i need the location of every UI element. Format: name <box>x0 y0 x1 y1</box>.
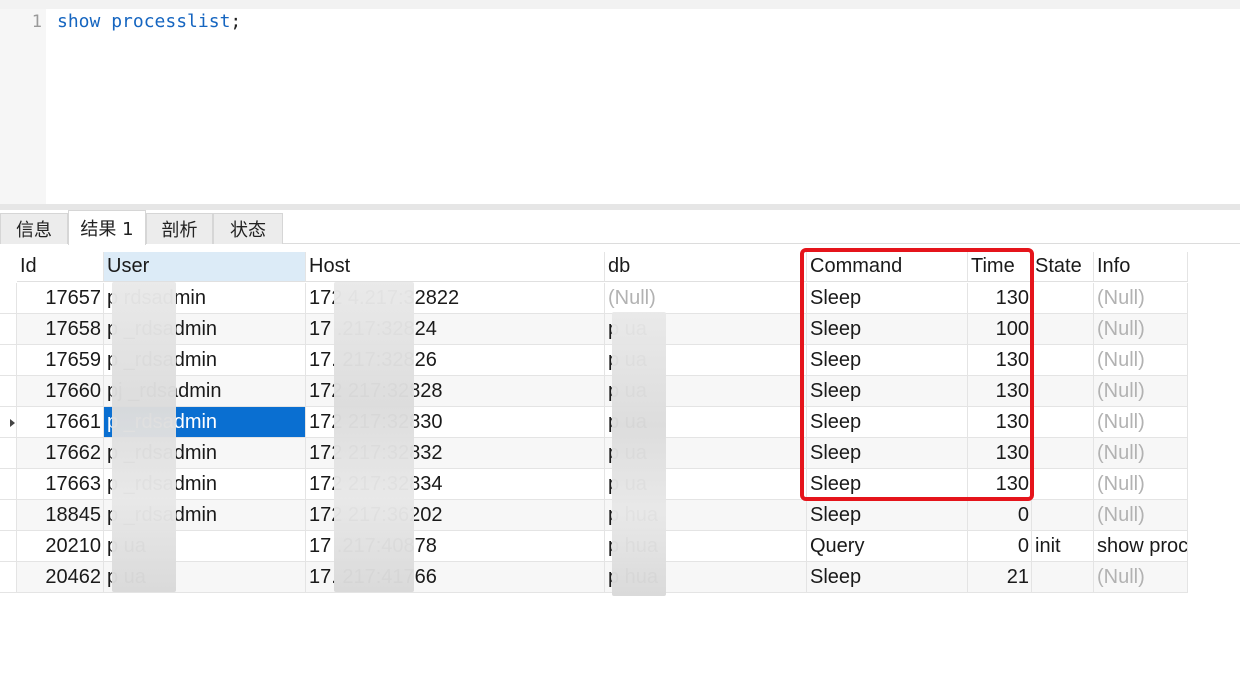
table-row[interactable]: 17658p _rdsadmin17 .217:32824p uaSleep10… <box>0 314 1188 345</box>
cell-info[interactable]: (Null) <box>1094 562 1188 593</box>
column-header-db[interactable]: db <box>605 252 807 282</box>
tab-status[interactable]: 状态 <box>213 213 283 244</box>
cell-command[interactable]: Sleep <box>807 500 968 531</box>
cell-info[interactable]: (Null) <box>1094 469 1188 500</box>
cell-id[interactable]: 20462 <box>17 562 104 593</box>
cell-time[interactable]: 21 <box>968 562 1032 593</box>
cell-id[interactable]: 17660 <box>17 376 104 407</box>
row-marker[interactable] <box>0 531 17 562</box>
column-header-user[interactable]: User <box>104 252 306 282</box>
tab-profile[interactable]: 剖析 <box>146 213 213 244</box>
row-marker[interactable] <box>0 500 17 531</box>
row-marker[interactable] <box>0 469 17 500</box>
cell-info[interactable]: (Null) <box>1094 407 1188 438</box>
sql-keyword-processlist: processlist <box>111 11 231 32</box>
cell-info[interactable]: (Null) <box>1094 283 1188 314</box>
cell-state[interactable] <box>1032 562 1094 593</box>
table-row[interactable]: 17660pj _rdsadmin172 217:32828p uaSleep1… <box>0 376 1188 407</box>
table-row[interactable]: 17663p _rdsadmin172 217:32834p uaSleep13… <box>0 469 1188 500</box>
cell-command[interactable]: Sleep <box>807 407 968 438</box>
cell-id[interactable]: 20210 <box>17 531 104 562</box>
cell-id[interactable]: 17661 <box>17 407 104 438</box>
cell-state[interactable] <box>1032 438 1094 469</box>
cell-state[interactable] <box>1032 376 1094 407</box>
cell-time[interactable]: 130 <box>968 438 1032 469</box>
column-header-state[interactable]: State <box>1032 252 1094 282</box>
column-header-info[interactable]: Info <box>1094 252 1188 282</box>
grid-header-row: Id User Host db Command Time State Info <box>0 252 1188 283</box>
line-number: 1 <box>31 12 42 32</box>
column-header-command[interactable]: Command <box>807 252 968 282</box>
cell-id[interactable]: 17658 <box>17 314 104 345</box>
cell-state[interactable] <box>1032 500 1094 531</box>
cell-time[interactable]: 0 <box>968 500 1032 531</box>
cell-info[interactable]: (Null) <box>1094 345 1188 376</box>
table-row[interactable]: 17659p _rdsadmin17. 217:32826p uaSleep13… <box>0 345 1188 376</box>
cell-time[interactable]: 130 <box>968 469 1032 500</box>
result-tabs-bar: 信息 结果 1 剖析 状态 <box>0 210 1240 245</box>
cell-command[interactable]: Sleep <box>807 376 968 407</box>
redaction-host <box>334 282 414 592</box>
cell-state[interactable] <box>1032 283 1094 314</box>
redaction-db <box>612 312 666 596</box>
cell-time[interactable]: 0 <box>968 531 1032 562</box>
row-marker[interactable] <box>0 407 17 438</box>
cell-time[interactable]: 130 <box>968 407 1032 438</box>
cell-state[interactable] <box>1032 407 1094 438</box>
cell-info[interactable]: (Null) <box>1094 500 1188 531</box>
cell-command[interactable]: Sleep <box>807 345 968 376</box>
cell-time[interactable]: 130 <box>968 345 1032 376</box>
cell-info[interactable]: (Null) <box>1094 438 1188 469</box>
cell-id[interactable]: 17662 <box>17 438 104 469</box>
cell-command[interactable]: Sleep <box>807 562 968 593</box>
cell-state[interactable] <box>1032 469 1094 500</box>
line-number-gutter: 1 <box>0 9 46 204</box>
cell-command[interactable]: Sleep <box>807 314 968 345</box>
table-row[interactable]: 18845p _rdsadmin172 217:36202p huaSleep0… <box>0 500 1188 531</box>
row-marker[interactable] <box>0 345 17 376</box>
table-row[interactable]: 17661p _rdsadmin172 217:32830p uaSleep13… <box>0 407 1188 438</box>
table-row[interactable]: 20462p ua17. 217:41766p huaSleep21(Null) <box>0 562 1188 593</box>
editor-top-border <box>0 0 1240 9</box>
column-header-host[interactable]: Host <box>306 252 605 282</box>
cell-state[interactable] <box>1032 345 1094 376</box>
sql-keyword-show: show <box>57 11 101 32</box>
query-editor[interactable]: 1 show processlist; <box>0 9 1240 204</box>
cell-state[interactable] <box>1032 314 1094 345</box>
column-header-id[interactable]: Id <box>17 252 104 282</box>
sql-terminator: ; <box>230 11 242 32</box>
cell-db[interactable]: (Null) <box>605 283 807 314</box>
redaction-user <box>112 282 176 592</box>
row-marker[interactable] <box>0 314 17 345</box>
current-row-caret-icon <box>10 419 15 427</box>
tab-result-1[interactable]: 结果 1 <box>68 210 146 245</box>
cell-command[interactable]: Sleep <box>807 283 968 314</box>
row-marker[interactable] <box>0 438 17 469</box>
cell-time[interactable]: 100 <box>968 314 1032 345</box>
row-marker[interactable] <box>0 283 17 314</box>
cell-info[interactable]: show proc <box>1094 531 1188 562</box>
cell-info[interactable]: (Null) <box>1094 314 1188 345</box>
cell-info[interactable]: (Null) <box>1094 376 1188 407</box>
sql-code-line[interactable]: show processlist; <box>57 11 241 32</box>
cell-state[interactable]: init <box>1032 531 1094 562</box>
tab-info[interactable]: 信息 <box>0 213 68 244</box>
cell-id[interactable]: 18845 <box>17 500 104 531</box>
row-marker[interactable] <box>0 562 17 593</box>
table-row[interactable]: 20210p ua17 .217:40878p huaQuery0initsho… <box>0 531 1188 562</box>
cell-command[interactable]: Sleep <box>807 438 968 469</box>
table-row[interactable]: 17662p _rdsadmin172 217:32832p uaSleep13… <box>0 438 1188 469</box>
row-marker[interactable] <box>0 376 17 407</box>
cell-id[interactable]: 17663 <box>17 469 104 500</box>
column-header-time[interactable]: Time <box>968 252 1032 282</box>
cell-id[interactable]: 17659 <box>17 345 104 376</box>
cell-time[interactable]: 130 <box>968 283 1032 314</box>
table-row[interactable]: 17657p rdsadmin172 4.217:32822(Null)Slee… <box>0 283 1188 314</box>
cell-command[interactable]: Query <box>807 531 968 562</box>
cell-command[interactable]: Sleep <box>807 469 968 500</box>
cell-id[interactable]: 17657 <box>17 283 104 314</box>
cell-time[interactable]: 130 <box>968 376 1032 407</box>
